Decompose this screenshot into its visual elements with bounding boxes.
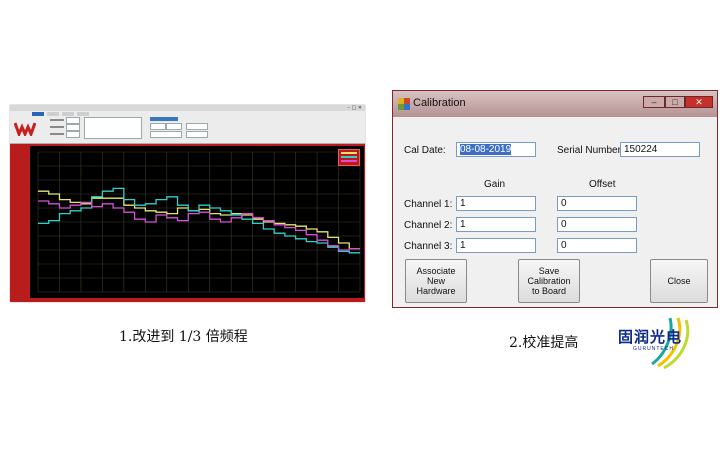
channel-2-label: Channel 2: [404, 220, 453, 231]
ribbon-tab[interactable] [77, 112, 89, 116]
maximize-button[interactable]: □ [665, 96, 685, 108]
ribbon-label [50, 133, 64, 135]
cal-date-label: Cal Date: [404, 145, 446, 156]
series-line-2 [38, 187, 360, 254]
channel-2-gain-field[interactable]: 1 [456, 217, 536, 232]
series-line-1 [38, 190, 360, 250]
left-caption: 1.改进到 1/3 倍频程 [119, 329, 248, 345]
app-logo-icon [14, 122, 36, 136]
dialog-titlebar: Calibration – □ ✕ [393, 91, 717, 117]
ribbon-tab[interactable] [47, 112, 59, 116]
ribbon-tab[interactable] [62, 112, 74, 116]
brand-subtitle: GURUNTECH [633, 346, 674, 352]
channel-3-label: Channel 3: [404, 241, 453, 252]
ribbon-field[interactable] [150, 123, 166, 130]
brand-name: 固润光电 [618, 328, 683, 346]
dialog-title: Calibration [413, 97, 466, 109]
close-button[interactable]: Close [650, 259, 708, 303]
legend-swatch [341, 160, 357, 162]
cal-date-value: 08-08-2019 [460, 144, 512, 155]
ribbon-tab[interactable] [32, 112, 44, 116]
channel-3-offset-field[interactable]: 0 [557, 238, 637, 253]
ribbon-field[interactable] [186, 131, 208, 138]
ribbon-field[interactable] [166, 123, 182, 130]
ribbon-field[interactable] [186, 123, 208, 130]
ribbon-field[interactable] [150, 131, 182, 138]
channel-1-gain-field[interactable]: 1 [456, 196, 536, 211]
ribbon-label [50, 126, 64, 128]
minimize-button[interactable]: – [643, 96, 665, 108]
legend-swatch [341, 156, 357, 158]
analyzer-app-screenshot: – □ ✕ [10, 105, 365, 302]
window-close-button[interactable]: ✕ [685, 96, 713, 108]
serial-number-label: Serial Number: [557, 145, 624, 156]
gain-header: Gain [484, 179, 506, 190]
app-ribbon [10, 111, 365, 144]
ribbon-highlight [150, 117, 178, 121]
spectrum-chart [37, 151, 361, 293]
cal-date-field[interactable]: 08-08-2019 [456, 142, 536, 157]
channel-3-gain-field[interactable]: 1 [456, 238, 536, 253]
ribbon-tabs [32, 112, 89, 117]
spectrum-plot [30, 146, 364, 298]
ribbon-field[interactable] [66, 131, 80, 138]
calibration-dialog: Calibration – □ ✕ Cal Date: 08-08-2019 S… [392, 90, 718, 308]
brand-logo: 固润光电 GURUNTECH [608, 314, 708, 370]
ribbon-field[interactable] [66, 124, 80, 131]
save-calibration-button[interactable]: Save Calibration to Board [518, 259, 580, 303]
right-caption: 2.校准提高 [509, 335, 579, 351]
channel-1-label: Channel 1: [404, 199, 453, 210]
chart-legend [338, 149, 360, 166]
ribbon-label [50, 119, 64, 121]
channel-2-offset-field[interactable]: 0 [557, 217, 637, 232]
ribbon-info-box [84, 117, 142, 139]
app-icon [398, 98, 410, 110]
serial-number-field[interactable]: 150224 [620, 142, 700, 157]
channel-1-offset-field[interactable]: 0 [557, 196, 637, 211]
ribbon-field[interactable] [66, 117, 80, 124]
offset-header: Offset [589, 179, 616, 190]
associate-hardware-button[interactable]: Associate New Hardware [405, 259, 467, 303]
legend-swatch [341, 152, 357, 154]
